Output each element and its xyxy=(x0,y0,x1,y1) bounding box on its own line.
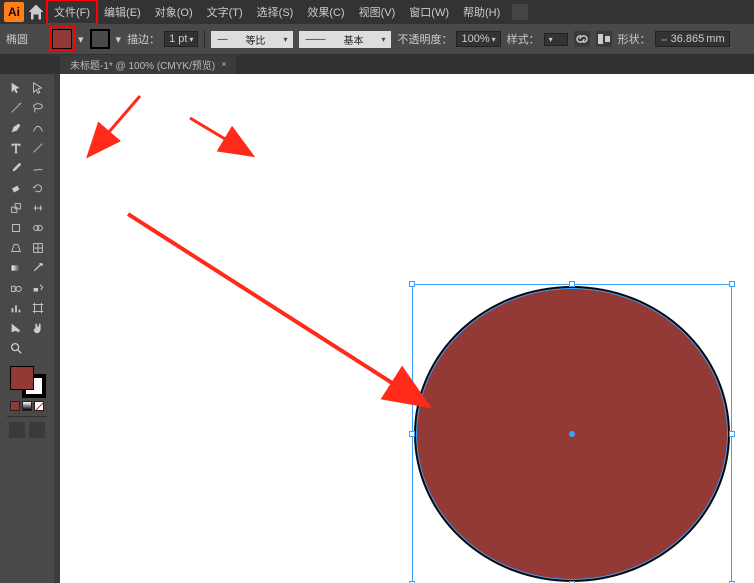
change-screen-icon[interactable] xyxy=(29,422,45,438)
menu-file[interactable]: 文件(F) xyxy=(48,1,96,23)
style-dropdown[interactable]: ▾ xyxy=(544,33,568,46)
resize-handle-icon[interactable] xyxy=(409,281,415,287)
rotate-tool-icon[interactable] xyxy=(27,178,49,198)
document-tab-title: 未标题-1* @ 100% (CMYK/预览) xyxy=(70,57,215,72)
selection-bounding-box xyxy=(412,284,732,583)
brush-dropdown[interactable]: ——基本▾ xyxy=(299,31,391,48)
curvature-tool-icon[interactable] xyxy=(27,118,49,138)
align-icon[interactable] xyxy=(596,31,612,47)
app-logo: Ai xyxy=(4,2,24,22)
gradient-mode-icon[interactable] xyxy=(22,401,32,411)
document-tab[interactable]: 未标题-1* @ 100% (CMYK/预览) × xyxy=(60,55,236,74)
direct-selection-tool-icon[interactable] xyxy=(27,78,49,98)
lasso-tool-icon[interactable] xyxy=(27,98,49,118)
uniform-dropdown[interactable]: —等比▾ xyxy=(211,31,293,48)
free-transform-tool-icon[interactable] xyxy=(5,218,27,238)
hand-tool-icon[interactable] xyxy=(27,318,49,338)
symbol-sprayer-tool-icon[interactable] xyxy=(27,278,49,298)
stroke-swatch[interactable] xyxy=(90,29,110,49)
screen-mode-icon[interactable] xyxy=(9,422,25,438)
eyedropper-tool-icon[interactable] xyxy=(27,258,49,278)
menu-text[interactable]: 文字(T) xyxy=(201,1,249,23)
tool-panel xyxy=(0,74,54,583)
resize-handle-icon[interactable] xyxy=(569,281,575,287)
resize-handle-icon[interactable] xyxy=(729,431,735,437)
opacity-label: 不透明度： xyxy=(397,31,452,47)
shape-width-input[interactable]: ⇔ 36.865 mm xyxy=(655,31,730,47)
paintbrush-tool-icon[interactable] xyxy=(5,158,27,178)
eraser-tool-icon[interactable] xyxy=(5,178,27,198)
menu-edit[interactable]: 编辑(E) xyxy=(98,1,147,23)
resize-handle-icon[interactable] xyxy=(409,431,415,437)
shapewidth-label: 形状： xyxy=(618,31,651,47)
fill-stroke-swatch[interactable] xyxy=(8,364,46,398)
stroke-width-input[interactable]: 1 pt▾ xyxy=(164,31,198,47)
canvas[interactable] xyxy=(60,74,754,583)
resize-handle-icon[interactable] xyxy=(729,281,735,287)
artboard-tool-icon[interactable] xyxy=(27,298,49,318)
chevron-down-icon[interactable]: ▾ xyxy=(116,33,122,46)
style-label: 样式： xyxy=(507,31,540,47)
stroke-label: 描边： xyxy=(127,31,160,47)
menu-view[interactable]: 视图(V) xyxy=(353,1,402,23)
link-icon[interactable] xyxy=(574,31,590,47)
menu-window[interactable]: 窗口(W) xyxy=(403,1,455,23)
active-tool-label: 椭圆 xyxy=(6,31,46,47)
shape-builder-tool-icon[interactable] xyxy=(27,218,49,238)
menu-object[interactable]: 对象(O) xyxy=(149,1,199,23)
close-icon[interactable]: × xyxy=(221,59,226,69)
chevron-down-icon[interactable]: ▾ xyxy=(78,33,84,46)
slice-tool-icon[interactable] xyxy=(5,318,27,338)
perspective-tool-icon[interactable] xyxy=(5,238,27,258)
scale-tool-icon[interactable] xyxy=(5,198,27,218)
pen-tool-icon[interactable] xyxy=(5,118,27,138)
home-icon[interactable] xyxy=(26,2,46,22)
layout-switcher-icon[interactable] xyxy=(512,4,528,20)
column-graph-tool-icon[interactable] xyxy=(5,298,27,318)
mesh-tool-icon[interactable] xyxy=(27,238,49,258)
zoom-tool-icon[interactable] xyxy=(5,338,27,358)
opacity-input[interactable]: 100%▾ xyxy=(456,31,500,47)
type-tool-icon[interactable] xyxy=(5,138,27,158)
menu-effect[interactable]: 效果(C) xyxy=(301,1,350,23)
menu-select[interactable]: 选择(S) xyxy=(251,1,300,23)
blend-tool-icon[interactable] xyxy=(5,278,27,298)
selection-center-icon xyxy=(569,431,575,437)
menu-help[interactable]: 帮助(H) xyxy=(457,1,506,23)
width-tool-icon[interactable] xyxy=(27,198,49,218)
selection-tool-icon[interactable] xyxy=(5,78,27,98)
line-tool-icon[interactable] xyxy=(27,138,49,158)
color-mode-icon[interactable] xyxy=(10,401,20,411)
gradient-tool-icon[interactable] xyxy=(5,258,27,278)
shaper-tool-icon[interactable] xyxy=(27,158,49,178)
fill-swatch[interactable] xyxy=(52,29,72,49)
magic-wand-tool-icon[interactable] xyxy=(5,98,27,118)
none-mode-icon[interactable] xyxy=(34,401,44,411)
